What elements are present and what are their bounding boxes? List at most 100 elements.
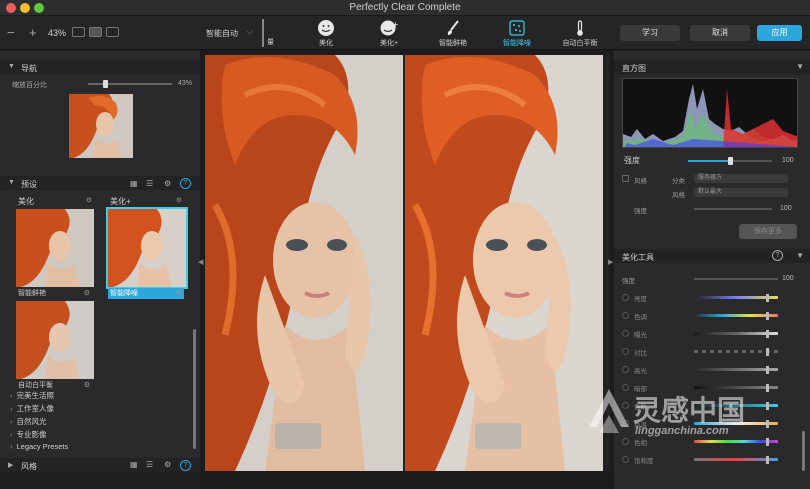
- navigator-zoom-label: 缩放百分比: [12, 82, 47, 89]
- preset-gear-icon[interactable]: ⚙: [84, 380, 90, 391]
- tool-auto-white-balance[interactable]: 自动白平衡: [552, 18, 608, 48]
- chevron-right-icon: ›: [10, 442, 13, 451]
- list-view-icon[interactable]: ☰: [146, 460, 153, 469]
- apply-button[interactable]: 应用: [757, 25, 802, 41]
- row-slider-knob[interactable]: [766, 366, 769, 374]
- strength-slider-knob[interactable]: [728, 157, 733, 165]
- collapse-left-panel-icon[interactable]: ◀: [198, 258, 203, 266]
- tool-beautify-plus[interactable]: + 美化+: [361, 18, 417, 48]
- chevron-down-icon[interactable]: ▼: [796, 62, 804, 71]
- presets-scrollbar[interactable]: [193, 329, 196, 449]
- row-slider-knob[interactable]: [766, 348, 769, 356]
- watermark: 灵感中国 lingganchina.com: [585, 385, 785, 445]
- row-toggle-checkbox[interactable]: [622, 366, 629, 373]
- navigator-title: 导航: [21, 64, 37, 73]
- beautify-tools-header[interactable]: 美化工具 ? ▼: [614, 249, 810, 263]
- navigator-zoom-value: 43%: [178, 80, 193, 87]
- preset-more-icon[interactable]: ⚙: [176, 196, 182, 204]
- beautify-control-row[interactable]: 饱和度: [614, 453, 794, 467]
- expand-arrow-icon: ▶: [8, 462, 14, 469]
- tool-smart-denoise[interactable]: 智能降噪: [489, 18, 545, 48]
- presets-help-button[interactable]: ?: [180, 178, 191, 189]
- beautify-control-row[interactable]: 色调: [614, 309, 794, 323]
- grid-view-icon[interactable]: ▦: [130, 460, 138, 469]
- row-toggle-checkbox[interactable]: [622, 348, 629, 355]
- preset-name-label: 自动白平衡: [18, 382, 53, 389]
- preset-thumbnail-selected[interactable]: [106, 207, 188, 289]
- row-toggle-checkbox[interactable]: [622, 456, 629, 463]
- portrait-before: [205, 55, 403, 471]
- preset-selector[interactable]: 智能自动: [206, 28, 238, 39]
- save-more-button[interactable]: 保存更多: [739, 224, 797, 239]
- split-view-button[interactable]: [89, 27, 102, 37]
- preset-name[interactable]: 智能鲜艳 ⚙: [16, 288, 92, 299]
- navigator-header[interactable]: ▼ 导航: [0, 60, 200, 74]
- navigator-thumbnail-image: [69, 94, 133, 158]
- preset-name-selected[interactable]: 智能降噪 ⚙: [108, 288, 184, 299]
- status-strip: [0, 472, 200, 489]
- right-scrollbar[interactable]: [802, 431, 805, 471]
- after-image[interactable]: [405, 55, 603, 471]
- navigator-zoom-slider[interactable]: [88, 83, 172, 85]
- preset-group-item[interactable]: › 专业影像: [10, 429, 47, 440]
- category-label: 分类: [672, 178, 685, 185]
- gear-icon[interactable]: ⚙: [164, 179, 171, 188]
- navigator-zoom-knob[interactable]: [102, 80, 108, 88]
- beautify-strength-slider[interactable]: [694, 278, 778, 280]
- preset-group-item[interactable]: › 自然风光: [10, 416, 47, 427]
- grid-view-icon[interactable]: ▦: [130, 179, 138, 188]
- presets-title: 预设: [21, 180, 37, 189]
- collapse-arrow-icon: ▼: [8, 179, 15, 186]
- gear-icon[interactable]: ⚙: [164, 460, 171, 469]
- tool-smart-vivid[interactable]: 智能鲜艳: [425, 18, 481, 48]
- style-small-label: 风格: [672, 192, 685, 199]
- preset-more-icon[interactable]: ⚙: [86, 196, 92, 204]
- list-view-icon[interactable]: ☰: [146, 179, 153, 188]
- styles-help-button[interactable]: ?: [180, 460, 191, 471]
- side-by-side-view-button[interactable]: [106, 27, 119, 37]
- beautify-control-row[interactable]: 曝光: [614, 327, 794, 341]
- preset-group-item[interactable]: › 工作室人像: [10, 403, 54, 414]
- face-plus-icon: +: [380, 20, 398, 36]
- preset-gear-icon[interactable]: ⚙: [176, 288, 182, 299]
- preset-group-item[interactable]: › Legacy Presets: [10, 442, 68, 451]
- beautify-help-button[interactable]: ?: [772, 250, 783, 261]
- row-toggle-checkbox[interactable]: [622, 330, 629, 337]
- window-title: Perfectly Clear Complete: [349, 2, 461, 13]
- row-label: 饱和度: [634, 458, 654, 465]
- preset-thumbnail-image: [108, 209, 186, 287]
- cancel-button[interactable]: 取消: [690, 25, 750, 41]
- beautify-control-row[interactable]: 亮度: [614, 291, 794, 305]
- preset-group-item[interactable]: › 完美生活照: [10, 390, 54, 401]
- histogram-graph: [623, 84, 797, 147]
- tool-partial[interactable]: 量: [262, 19, 274, 47]
- category-dropdown[interactable]: 服务器方: [694, 174, 788, 183]
- preset-thumbnail[interactable]: [16, 209, 94, 287]
- row-slider-knob[interactable]: [766, 456, 769, 464]
- collapse-right-panel-icon[interactable]: ▶: [608, 258, 613, 266]
- style-checkbox[interactable]: [622, 175, 629, 182]
- histogram-header[interactable]: 直方图 ▼: [614, 60, 810, 74]
- zoom-out-button[interactable]: −: [7, 25, 15, 40]
- preset-gear-icon[interactable]: ⚙: [84, 288, 90, 299]
- before-image[interactable]: [205, 55, 403, 471]
- beautify-control-row[interactable]: 高光: [614, 363, 794, 377]
- brush-icon: [447, 20, 459, 35]
- row-toggle-checkbox[interactable]: [622, 294, 629, 301]
- row-slider-knob[interactable]: [766, 330, 769, 338]
- row-slider-knob[interactable]: [766, 312, 769, 320]
- style-dropdown[interactable]: 默认最大: [694, 188, 788, 197]
- zoom-in-button[interactable]: +: [29, 25, 37, 40]
- preset-thumbnail[interactable]: [16, 301, 94, 379]
- beautify-control-row[interactable]: 对比: [614, 345, 794, 359]
- single-view-button[interactable]: [72, 27, 85, 37]
- row-slider-knob[interactable]: [766, 294, 769, 302]
- learn-button[interactable]: 学习: [620, 25, 680, 41]
- row-toggle-checkbox[interactable]: [622, 312, 629, 319]
- chevron-down-icon[interactable]: ⌵: [246, 26, 253, 37]
- tool-beautify[interactable]: 美化: [298, 18, 354, 48]
- navigator-thumbnail[interactable]: [69, 94, 133, 158]
- style-strength-slider[interactable]: [694, 208, 772, 210]
- chevron-down-icon[interactable]: ▼: [796, 251, 804, 260]
- image-viewer[interactable]: [205, 55, 610, 471]
